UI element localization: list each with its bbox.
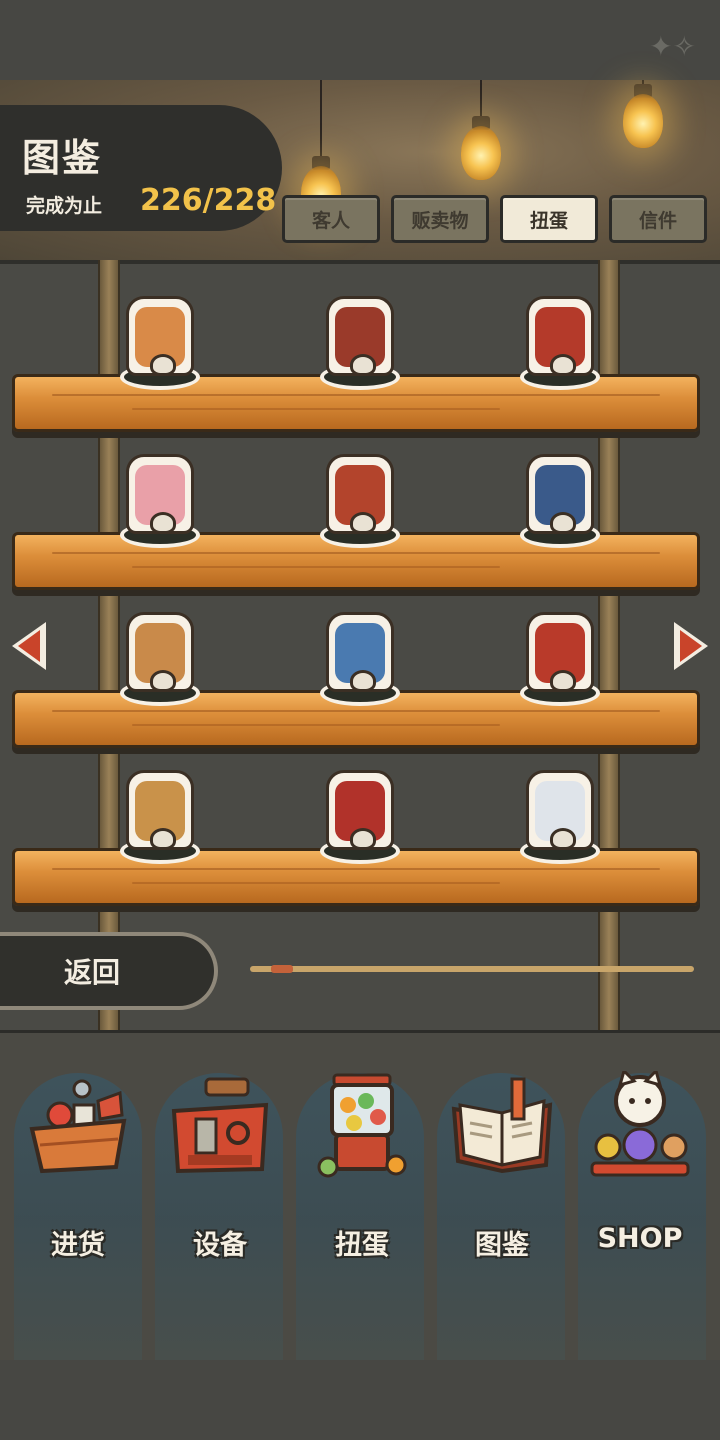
collection-item[interactable] [512, 280, 608, 390]
title-panel: 图鉴 完成为止 226/228 [0, 105, 282, 231]
nav-label: SHOP [597, 1223, 683, 1254]
cat-icon [350, 512, 376, 534]
toolbox-icon [171, 1077, 269, 1174]
nav-shop[interactable]: SHOP [570, 1063, 710, 1263]
cat-icon [150, 670, 176, 692]
cat-icon [550, 354, 576, 376]
category-tabs: 客人 贩卖物 扭蛋 信件 [282, 195, 712, 245]
nav-label: 进货 [51, 1230, 105, 1261]
page-scroll-thumb[interactable] [271, 965, 294, 973]
sparkle-icon: ✦✧ [649, 30, 696, 63]
collection-item[interactable] [512, 438, 608, 548]
gacha-machine-icon [317, 1073, 407, 1178]
nav-label: 设备 [193, 1230, 247, 1261]
nav-supply[interactable]: 进货 [8, 1063, 148, 1263]
collection-item[interactable] [112, 438, 208, 548]
cat-icon [350, 354, 376, 376]
cat-icon [350, 828, 376, 850]
progress-count: 226/228 [140, 183, 277, 218]
cat-icon [550, 828, 576, 850]
page-scroll-track[interactable] [250, 966, 694, 972]
bulb-wire [480, 80, 482, 118]
cat-icon [150, 354, 176, 376]
collection-item[interactable] [312, 280, 408, 390]
progress-label: 完成为止 [26, 195, 103, 217]
tab-merchandise[interactable]: 贩卖物 [391, 195, 489, 243]
nav-label: 图鉴 [475, 1230, 529, 1261]
cat-icon [150, 512, 176, 534]
tab-guests[interactable]: 客人 [282, 195, 380, 243]
cat-icon [350, 670, 376, 692]
collection-item[interactable] [512, 754, 608, 864]
nav-label: 扭蛋 [335, 1230, 389, 1261]
nav-catalog[interactable]: 图鉴 [432, 1063, 572, 1263]
collection-item[interactable] [112, 754, 208, 864]
lucky-cat-icon [590, 1071, 690, 1177]
bottom-strip [0, 1360, 720, 1440]
collection-item[interactable] [312, 596, 408, 706]
next-page-button[interactable] [670, 618, 714, 674]
collection-item[interactable] [312, 438, 408, 548]
nav-equipment[interactable]: 设备 [150, 1063, 290, 1263]
collection-shelves [0, 260, 720, 1030]
chevron-right-icon [674, 622, 708, 670]
bottom-nav: 进货 设备 扭蛋 图鉴 SHOP [0, 1030, 720, 1363]
cat-icon [550, 670, 576, 692]
prev-page-button[interactable] [6, 618, 50, 674]
light-bulb-icon [461, 126, 501, 180]
collection-item[interactable] [112, 280, 208, 390]
back-button[interactable]: 返回 [0, 932, 218, 1010]
light-bulb-icon [623, 94, 663, 148]
chevron-left-icon [12, 622, 46, 670]
tab-letters[interactable]: 信件 [609, 195, 707, 243]
nav-gacha[interactable]: 扭蛋 [292, 1063, 432, 1263]
catalog-book-icon [451, 1077, 553, 1174]
cat-icon [550, 512, 576, 534]
collection-item[interactable] [312, 754, 408, 864]
tab-gacha[interactable]: 扭蛋 [500, 195, 598, 243]
supply-basket-icon [29, 1079, 127, 1174]
bulb-wire [320, 80, 322, 158]
page-title: 图鉴 [22, 136, 103, 180]
collection-item[interactable] [112, 596, 208, 706]
collection-item[interactable] [512, 596, 608, 706]
top-strip: ✦✧ [0, 0, 720, 80]
cat-icon [150, 828, 176, 850]
